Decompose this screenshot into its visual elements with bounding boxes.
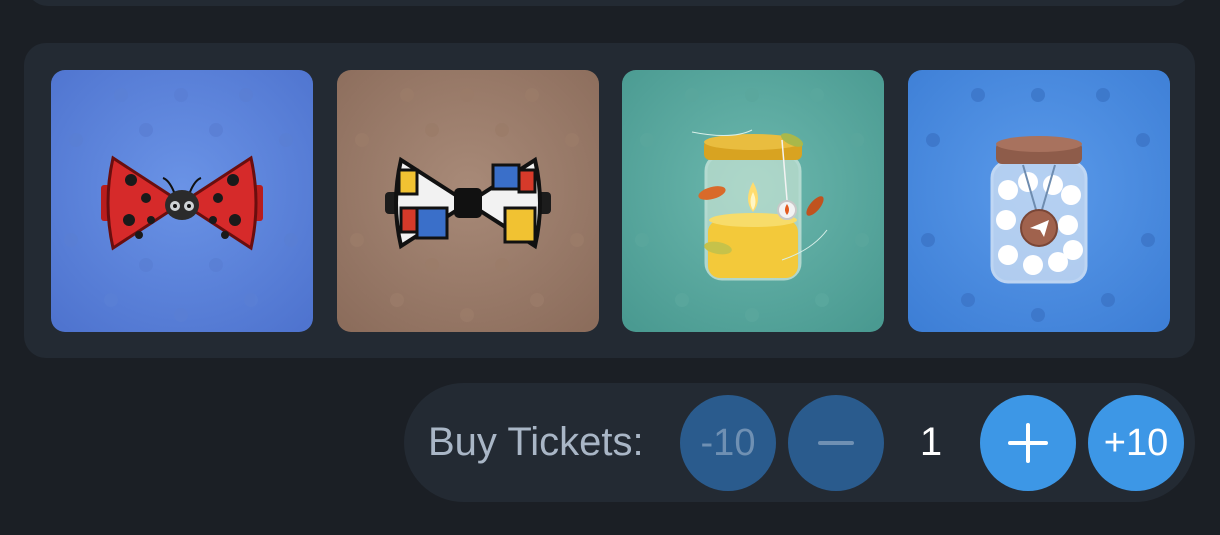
mondrian-bow-tie-image	[337, 70, 599, 332]
buy-tickets-label: Buy Tickets:	[428, 420, 644, 464]
minus-ten-label: -10	[700, 421, 756, 464]
gift-tile-candle-jar[interactable]	[622, 70, 884, 332]
candle-jar-image	[622, 70, 884, 332]
ticket-quantity: 1	[919, 420, 943, 464]
plus-ten-button[interactable]: +10	[1088, 395, 1184, 491]
gift-tile-cotton-jar[interactable]	[908, 70, 1170, 332]
ladybug-bow-tie-image	[51, 70, 313, 332]
minus-icon	[818, 441, 854, 445]
gift-tile-mondrian-bow-tie[interactable]	[337, 70, 599, 332]
buy-tickets-bar: Buy Tickets: -10 1 +10	[404, 383, 1195, 502]
gift-tile-ladybug-bow-tie[interactable]	[51, 70, 313, 332]
cotton-jar-image	[908, 70, 1170, 332]
minus-ten-button[interactable]: -10	[680, 395, 776, 491]
gift-grid	[24, 43, 1195, 358]
previous-card	[26, 0, 1192, 6]
decrement-button[interactable]	[788, 395, 884, 491]
plus-ten-label: +10	[1103, 421, 1169, 464]
increment-button[interactable]	[980, 395, 1076, 491]
plus-icon	[1008, 423, 1048, 463]
